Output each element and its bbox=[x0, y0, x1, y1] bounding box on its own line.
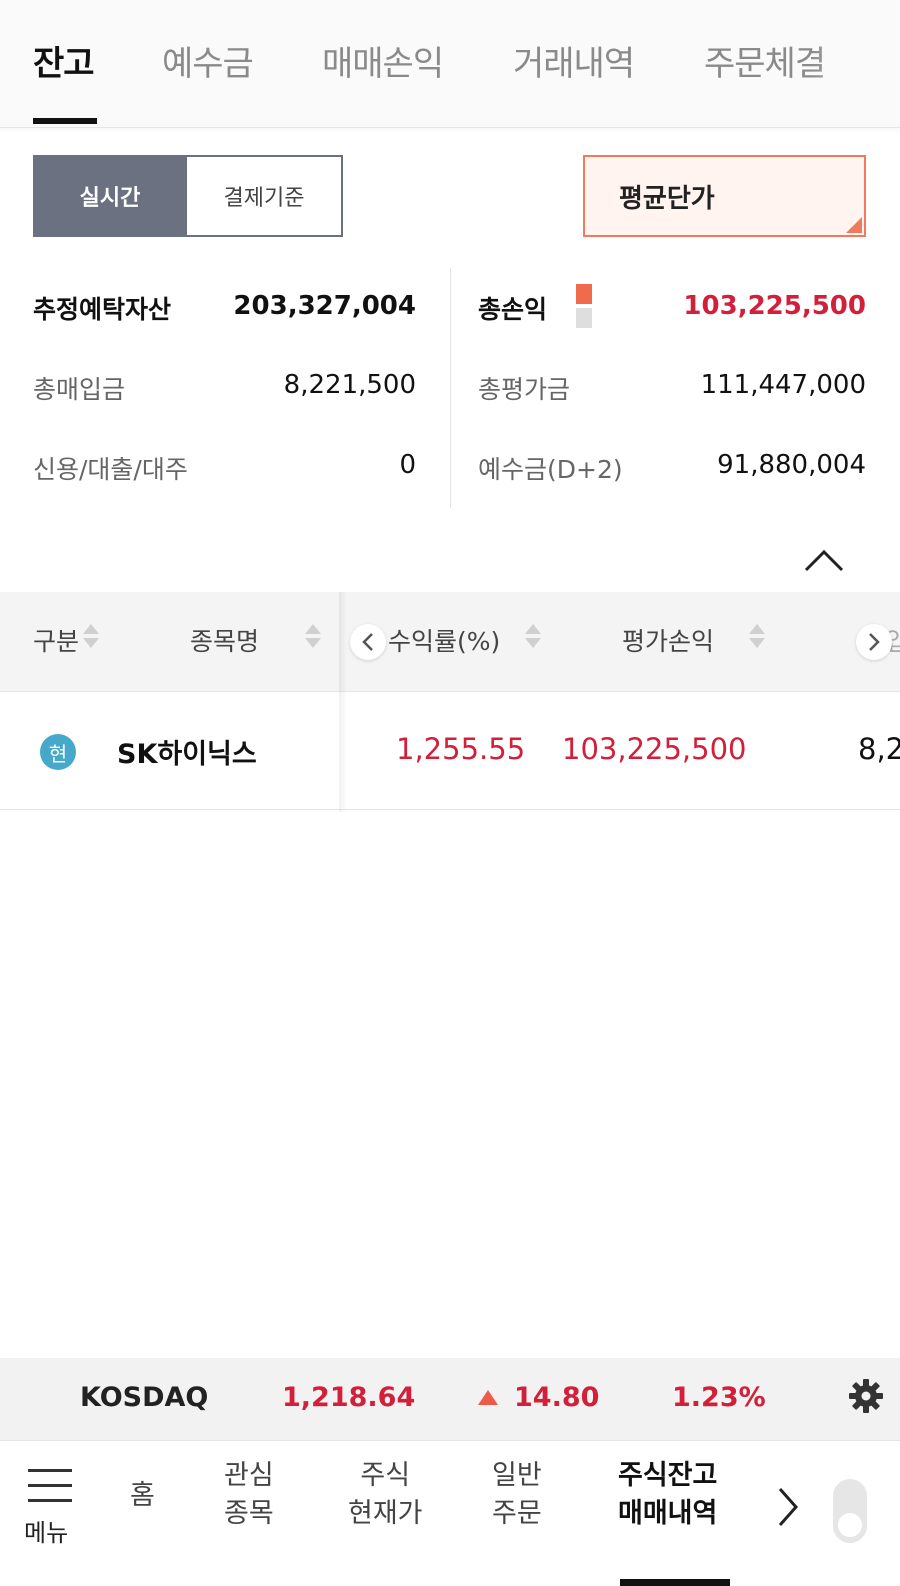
table-row[interactable]: 현 SK하이닉스 1,255.55 103,225,500 8,2 bbox=[0, 692, 900, 810]
total-buy-label: 총매입금 bbox=[33, 375, 126, 404]
top-tab-bar: 잔고 예수금 매매손익 거래내역 주문체결 bbox=[0, 0, 900, 128]
tab-transactions[interactable]: 거래내역 bbox=[513, 36, 635, 86]
total-buy-value: 8,221,500 bbox=[283, 370, 416, 400]
nav-stock-balance-line2: 매매내역 bbox=[618, 1498, 718, 1529]
nav-active-indicator bbox=[620, 1579, 730, 1586]
pnl-bar-icon bbox=[576, 284, 592, 328]
scroll-left-button[interactable] bbox=[350, 624, 386, 660]
menu-label[interactable]: 메뉴 bbox=[24, 1513, 68, 1548]
cash-badge: 현 bbox=[40, 734, 76, 770]
chevron-up-icon[interactable] bbox=[800, 540, 848, 580]
avg-price-label: 평균단가 bbox=[619, 183, 715, 214]
chevron-left-icon bbox=[362, 633, 373, 651]
hamburger-menu-icon[interactable] bbox=[28, 1469, 72, 1503]
fixed-column-shadow bbox=[339, 592, 347, 812]
eval-pnl-value: 103,225,500 bbox=[562, 732, 747, 766]
gear-icon[interactable] bbox=[848, 1378, 884, 1414]
table-header: 구분 종목명 수익률(%) 평가손익 매입 bbox=[0, 592, 900, 692]
index-name: KOSDAQ bbox=[80, 1382, 209, 1413]
header-category[interactable]: 구분 bbox=[33, 622, 79, 658]
est-deposit-assets-label: 추정예탁자산 bbox=[33, 295, 172, 324]
toggle-knob bbox=[838, 1513, 862, 1537]
tab-order-execution[interactable]: 주문체결 bbox=[704, 36, 826, 86]
settlement-toggle-button[interactable]: 결제기준 bbox=[187, 155, 343, 237]
nav-general-order[interactable]: 일반 주문 bbox=[492, 1457, 542, 1533]
bottom-navigation: 메뉴 홈 관심 종목 주식 현재가 일반 주문 주식잔고 매매내역 bbox=[0, 1440, 900, 1586]
credit-loan-value: 0 bbox=[399, 450, 416, 480]
header-stock-name[interactable]: 종목명 bbox=[190, 622, 259, 658]
nav-watchlist-line1: 관심 bbox=[224, 1460, 274, 1491]
chevron-right-icon[interactable] bbox=[776, 1485, 800, 1529]
nav-stock-price-line2: 현재가 bbox=[348, 1498, 423, 1529]
deposit-d2-value: 91,880,004 bbox=[717, 450, 866, 480]
nav-home[interactable]: 홈 bbox=[130, 1477, 155, 1515]
nav-general-order-line2: 주문 bbox=[492, 1498, 542, 1529]
deposit-d2-label: 예수금(D+2) bbox=[478, 455, 623, 484]
avg-price-dropdown[interactable]: 평균단가 bbox=[583, 155, 866, 237]
tab-trading-pnl[interactable]: 매매손익 bbox=[322, 36, 444, 86]
return-rate-value: 1,255.55 bbox=[396, 732, 526, 766]
header-eval-pnl[interactable]: 평가손익 bbox=[622, 622, 714, 658]
stock-name: SK하이닉스 bbox=[117, 739, 257, 770]
tab-balance[interactable]: 잔고 bbox=[33, 36, 95, 86]
credit-loan-label: 신용/대출/대주 bbox=[33, 455, 188, 484]
index-change: 14.80 bbox=[514, 1382, 600, 1413]
nav-stock-price[interactable]: 주식 현재가 bbox=[348, 1457, 423, 1533]
index-value: 1,218.64 bbox=[282, 1382, 416, 1413]
nav-watchlist[interactable]: 관심 종목 bbox=[224, 1457, 274, 1533]
summary-divider bbox=[450, 268, 451, 508]
tabs-fade-overlay bbox=[810, 0, 900, 126]
realtime-toggle-button[interactable]: 실시간 bbox=[33, 155, 187, 237]
header-return-rate[interactable]: 수익률(%) bbox=[388, 622, 500, 658]
nav-toggle-switch[interactable] bbox=[833, 1479, 867, 1543]
nav-watchlist-line2: 종목 bbox=[224, 1498, 274, 1529]
sort-icon[interactable] bbox=[304, 618, 322, 654]
nav-stock-balance-line1: 주식잔고 bbox=[618, 1460, 718, 1491]
total-eval-label: 총평가금 bbox=[478, 375, 571, 404]
total-pnl-label: 총손익 bbox=[478, 295, 548, 324]
chevron-right-icon bbox=[869, 633, 880, 651]
active-tab-indicator bbox=[33, 118, 97, 124]
tab-deposit[interactable]: 예수금 bbox=[162, 36, 254, 86]
dropdown-corner-icon bbox=[846, 217, 862, 233]
est-deposit-assets-value: 203,327,004 bbox=[233, 291, 416, 321]
sort-icon[interactable] bbox=[524, 618, 542, 654]
nav-stock-balance[interactable]: 주식잔고 매매내역 bbox=[618, 1457, 717, 1533]
scroll-right-button[interactable] bbox=[856, 624, 892, 660]
sort-icon[interactable] bbox=[748, 618, 766, 654]
buy-amount-partial: 8,2 bbox=[858, 732, 900, 766]
total-pnl-value: 103,225,500 bbox=[683, 291, 866, 321]
sort-icon[interactable] bbox=[82, 618, 100, 654]
index-change-pct: 1.23% bbox=[672, 1382, 766, 1413]
total-eval-value: 111,447,000 bbox=[700, 370, 866, 400]
nav-stock-price-line1: 주식 bbox=[360, 1460, 411, 1491]
nav-general-order-line1: 일반 bbox=[492, 1460, 542, 1491]
up-triangle-icon bbox=[478, 1390, 498, 1405]
index-ticker-bar[interactable]: KOSDAQ 1,218.64 14.80 1.23% bbox=[0, 1358, 900, 1440]
